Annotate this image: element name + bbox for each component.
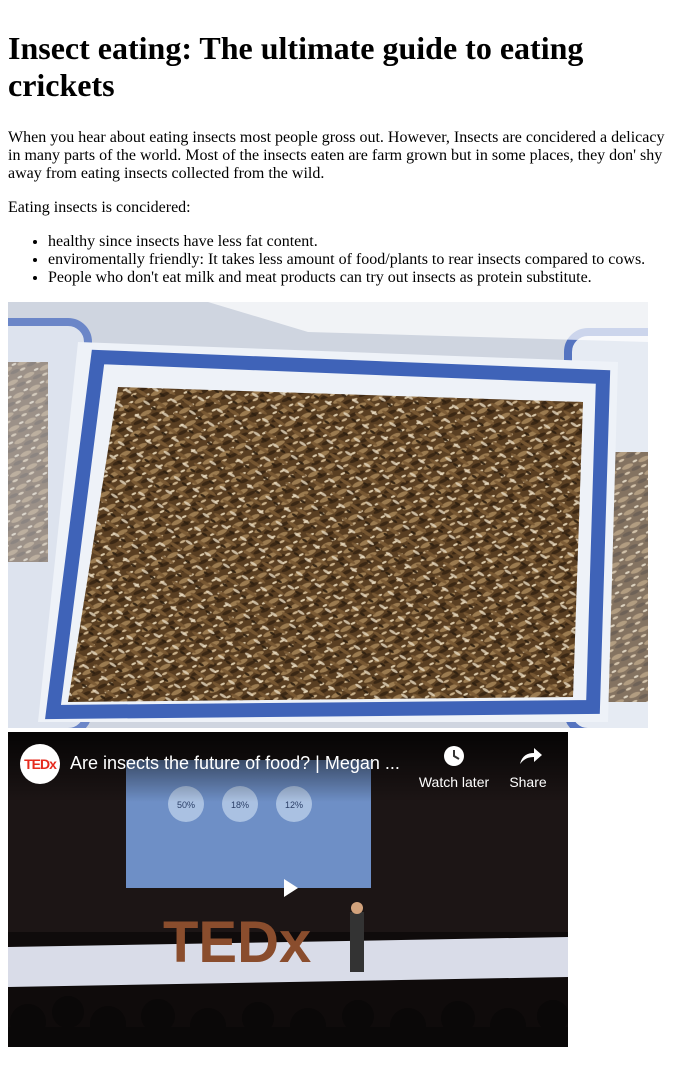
crickets-tray-image (8, 302, 648, 728)
intro-paragraph: When you hear about eating insects most … (8, 129, 665, 182)
play-icon[interactable] (266, 869, 314, 907)
share-label: Share (509, 774, 547, 790)
watch-later-button[interactable]: Watch later (418, 744, 490, 790)
list-item: enviromentally friendly: It takes less a… (48, 251, 669, 269)
list-item: healthy since insects have less fat cont… (48, 233, 669, 251)
page-title: Insect eating: The ultimate guide to eat… (8, 30, 584, 103)
watch-later-label: Watch later (418, 774, 490, 790)
share-arrow-icon (520, 748, 542, 764)
clock-icon (444, 746, 464, 766)
crickets-tray-photo (8, 302, 648, 728)
list-item: People who don't eat milk and meat produ… (48, 269, 669, 287)
video-title[interactable]: Are insects the future of food? | Megan … (70, 753, 400, 774)
embedded-video-player[interactable]: 50% 18% 12% TEDx TEDx Are insects the fu… (8, 732, 568, 1047)
stage-sign: TEDx (163, 910, 311, 975)
ted-channel-logo[interactable]: TEDx (20, 744, 60, 784)
benefits-list: healthy since insects have less fat cont… (8, 233, 669, 287)
share-button[interactable]: Share (492, 744, 564, 790)
page: Insect eating: The ultimate guide to eat… (0, 30, 677, 1047)
list-lead: Eating insects is concidered: (8, 199, 191, 216)
